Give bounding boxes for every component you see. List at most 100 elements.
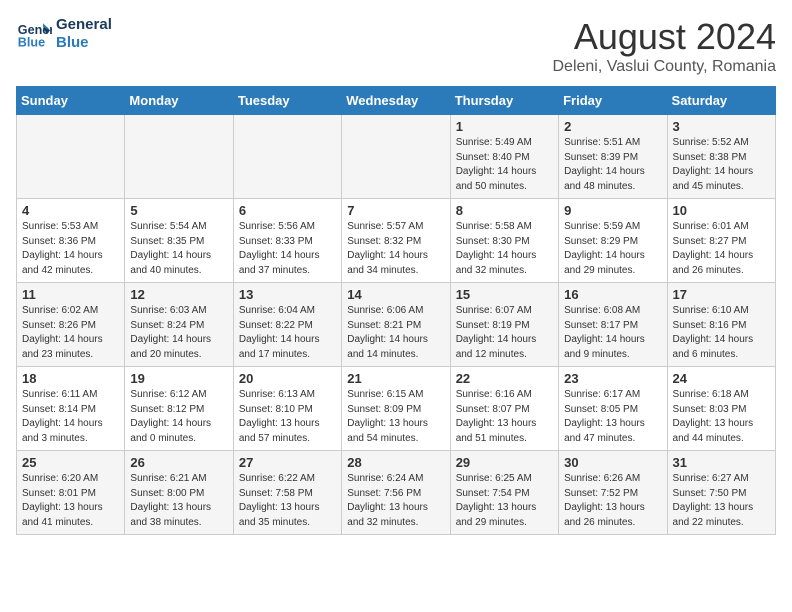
day-info: Sunrise: 5:52 AM Sunset: 8:38 PM Dayligh… (673, 136, 770, 194)
logo-icon: General Blue (16, 16, 52, 52)
day-number: 13 (239, 287, 336, 302)
calendar-cell: 3 Sunrise: 5:52 AM Sunset: 8:38 PM Daylig… (667, 115, 775, 199)
day-info: Sunrise: 5:57 AM Sunset: 8:32 PM Dayligh… (347, 220, 444, 278)
weekday-header-row: SundayMondayTuesdayWednesdayThursdayFrid… (17, 87, 776, 115)
day-info: Sunrise: 6:11 AM Sunset: 8:14 PM Dayligh… (22, 388, 119, 446)
day-number: 22 (456, 371, 553, 386)
day-info: Sunrise: 6:03 AM Sunset: 8:24 PM Dayligh… (130, 304, 227, 362)
day-number: 20 (239, 371, 336, 386)
calendar-cell: 2 Sunrise: 5:51 AM Sunset: 8:39 PM Daylig… (559, 115, 667, 199)
calendar-week-row: 18 Sunrise: 6:11 AM Sunset: 8:14 PM Dayli… (17, 367, 776, 451)
calendar-cell: 18 Sunrise: 6:11 AM Sunset: 8:14 PM Dayli… (17, 367, 125, 451)
day-info: Sunrise: 6:01 AM Sunset: 8:27 PM Dayligh… (673, 220, 770, 278)
day-info: Sunrise: 6:07 AM Sunset: 8:19 PM Dayligh… (456, 304, 553, 362)
calendar-body: 1 Sunrise: 5:49 AM Sunset: 8:40 PM Daylig… (17, 115, 776, 535)
calendar-cell: 29 Sunrise: 6:25 AM Sunset: 7:54 PM Dayli… (450, 451, 558, 535)
day-number: 10 (673, 203, 770, 218)
day-number: 24 (673, 371, 770, 386)
weekday-header-friday: Friday (559, 87, 667, 115)
day-info: Sunrise: 6:04 AM Sunset: 8:22 PM Dayligh… (239, 304, 336, 362)
day-number: 18 (22, 371, 119, 386)
svg-text:Blue: Blue (18, 36, 45, 50)
calendar-cell: 8 Sunrise: 5:58 AM Sunset: 8:30 PM Daylig… (450, 199, 558, 283)
calendar-cell: 4Sunrise: 5:53 AM Sunset: 8:36 PM Daylig… (17, 199, 125, 283)
calendar-week-row: 25Sunrise: 6:20 AM Sunset: 8:01 PM Dayli… (17, 451, 776, 535)
day-info: Sunrise: 6:13 AM Sunset: 8:10 PM Dayligh… (239, 388, 336, 446)
day-info: Sunrise: 6:02 AM Sunset: 8:26 PM Dayligh… (22, 304, 119, 362)
calendar-cell (17, 115, 125, 199)
calendar-cell: 16 Sunrise: 6:08 AM Sunset: 8:17 PM Dayli… (559, 283, 667, 367)
day-number: 1 (456, 119, 553, 134)
calendar-cell: 6Sunrise: 5:56 AM Sunset: 8:33 PM Daylig… (233, 199, 341, 283)
day-info: Sunrise: 6:27 AM Sunset: 7:50 PM Dayligh… (673, 472, 770, 530)
header: General Blue General Blue August 2024 De… (16, 16, 776, 76)
calendar-cell: 28 Sunrise: 6:24 AM Sunset: 7:56 PM Dayli… (342, 451, 450, 535)
calendar-cell: 31 Sunrise: 6:27 AM Sunset: 7:50 PM Dayli… (667, 451, 775, 535)
day-info: Sunrise: 6:10 AM Sunset: 8:16 PM Dayligh… (673, 304, 770, 362)
calendar-cell (125, 115, 233, 199)
calendar-cell: 12 Sunrise: 6:03 AM Sunset: 8:24 PM Dayli… (125, 283, 233, 367)
logo-general: General (56, 16, 112, 34)
weekday-header-monday: Monday (125, 87, 233, 115)
day-number: 14 (347, 287, 444, 302)
calendar-cell: 20 Sunrise: 6:13 AM Sunset: 8:10 PM Dayli… (233, 367, 341, 451)
day-info: Sunrise: 5:49 AM Sunset: 8:40 PM Dayligh… (456, 136, 553, 194)
day-number: 3 (673, 119, 770, 134)
calendar-cell: 19 Sunrise: 6:12 AM Sunset: 8:12 PM Dayli… (125, 367, 233, 451)
calendar-week-row: 4Sunrise: 5:53 AM Sunset: 8:36 PM Daylig… (17, 199, 776, 283)
day-info: Sunrise: 6:17 AM Sunset: 8:05 PM Dayligh… (564, 388, 661, 446)
day-info: Sunrise: 6:16 AM Sunset: 8:07 PM Dayligh… (456, 388, 553, 446)
day-number: 9 (564, 203, 661, 218)
calendar-cell: 30Sunrise: 6:26 AM Sunset: 7:52 PM Dayli… (559, 451, 667, 535)
day-info: Sunrise: 6:15 AM Sunset: 8:09 PM Dayligh… (347, 388, 444, 446)
day-number: 11 (22, 287, 119, 302)
day-info: Sunrise: 5:58 AM Sunset: 8:30 PM Dayligh… (456, 220, 553, 278)
weekday-header-tuesday: Tuesday (233, 87, 341, 115)
day-number: 17 (673, 287, 770, 302)
calendar-cell: 5Sunrise: 5:54 AM Sunset: 8:35 PM Daylig… (125, 199, 233, 283)
calendar-cell: 23 Sunrise: 6:17 AM Sunset: 8:05 PM Dayli… (559, 367, 667, 451)
day-number: 7 (347, 203, 444, 218)
day-info: Sunrise: 6:12 AM Sunset: 8:12 PM Dayligh… (130, 388, 227, 446)
day-number: 31 (673, 455, 770, 470)
day-number: 28 (347, 455, 444, 470)
day-info: Sunrise: 6:24 AM Sunset: 7:56 PM Dayligh… (347, 472, 444, 530)
day-number: 2 (564, 119, 661, 134)
title-area: August 2024 Deleni, Vaslui County, Roman… (552, 16, 776, 76)
day-info: Sunrise: 5:59 AM Sunset: 8:29 PM Dayligh… (564, 220, 661, 278)
day-number: 19 (130, 371, 227, 386)
calendar-cell: 7 Sunrise: 5:57 AM Sunset: 8:32 PM Daylig… (342, 199, 450, 283)
day-number: 16 (564, 287, 661, 302)
calendar-cell: 9 Sunrise: 5:59 AM Sunset: 8:29 PM Daylig… (559, 199, 667, 283)
calendar-cell: 22 Sunrise: 6:16 AM Sunset: 8:07 PM Dayli… (450, 367, 558, 451)
day-number: 12 (130, 287, 227, 302)
calendar-cell: 21 Sunrise: 6:15 AM Sunset: 8:09 PM Dayli… (342, 367, 450, 451)
calendar-cell: 24 Sunrise: 6:18 AM Sunset: 8:03 PM Dayli… (667, 367, 775, 451)
calendar-cell: 17 Sunrise: 6:10 AM Sunset: 8:16 PM Dayli… (667, 283, 775, 367)
day-number: 8 (456, 203, 553, 218)
day-number: 29 (456, 455, 553, 470)
calendar-header: SundayMondayTuesdayWednesdayThursdayFrid… (17, 87, 776, 115)
day-number: 27 (239, 455, 336, 470)
calendar-title: August 2024 (552, 16, 776, 58)
logo: General Blue General Blue (16, 16, 112, 52)
day-info: Sunrise: 6:21 AM Sunset: 8:00 PM Dayligh… (130, 472, 227, 530)
day-info: Sunrise: 5:56 AM Sunset: 8:33 PM Dayligh… (239, 220, 336, 278)
calendar-week-row: 11 Sunrise: 6:02 AM Sunset: 8:26 PM Dayli… (17, 283, 776, 367)
logo-blue: Blue (56, 34, 112, 52)
day-number: 21 (347, 371, 444, 386)
day-info: Sunrise: 6:20 AM Sunset: 8:01 PM Dayligh… (22, 472, 119, 530)
calendar-week-row: 1 Sunrise: 5:49 AM Sunset: 8:40 PM Daylig… (17, 115, 776, 199)
day-number: 23 (564, 371, 661, 386)
day-info: Sunrise: 6:26 AM Sunset: 7:52 PM Dayligh… (564, 472, 661, 530)
day-info: Sunrise: 5:51 AM Sunset: 8:39 PM Dayligh… (564, 136, 661, 194)
calendar-cell: 27 Sunrise: 6:22 AM Sunset: 7:58 PM Dayli… (233, 451, 341, 535)
weekday-header-thursday: Thursday (450, 87, 558, 115)
day-info: Sunrise: 5:53 AM Sunset: 8:36 PM Dayligh… (22, 220, 119, 278)
calendar-cell: 1 Sunrise: 5:49 AM Sunset: 8:40 PM Daylig… (450, 115, 558, 199)
day-info: Sunrise: 6:25 AM Sunset: 7:54 PM Dayligh… (456, 472, 553, 530)
day-info: Sunrise: 6:08 AM Sunset: 8:17 PM Dayligh… (564, 304, 661, 362)
day-info: Sunrise: 5:54 AM Sunset: 8:35 PM Dayligh… (130, 220, 227, 278)
day-info: Sunrise: 6:18 AM Sunset: 8:03 PM Dayligh… (673, 388, 770, 446)
day-info: Sunrise: 6:22 AM Sunset: 7:58 PM Dayligh… (239, 472, 336, 530)
